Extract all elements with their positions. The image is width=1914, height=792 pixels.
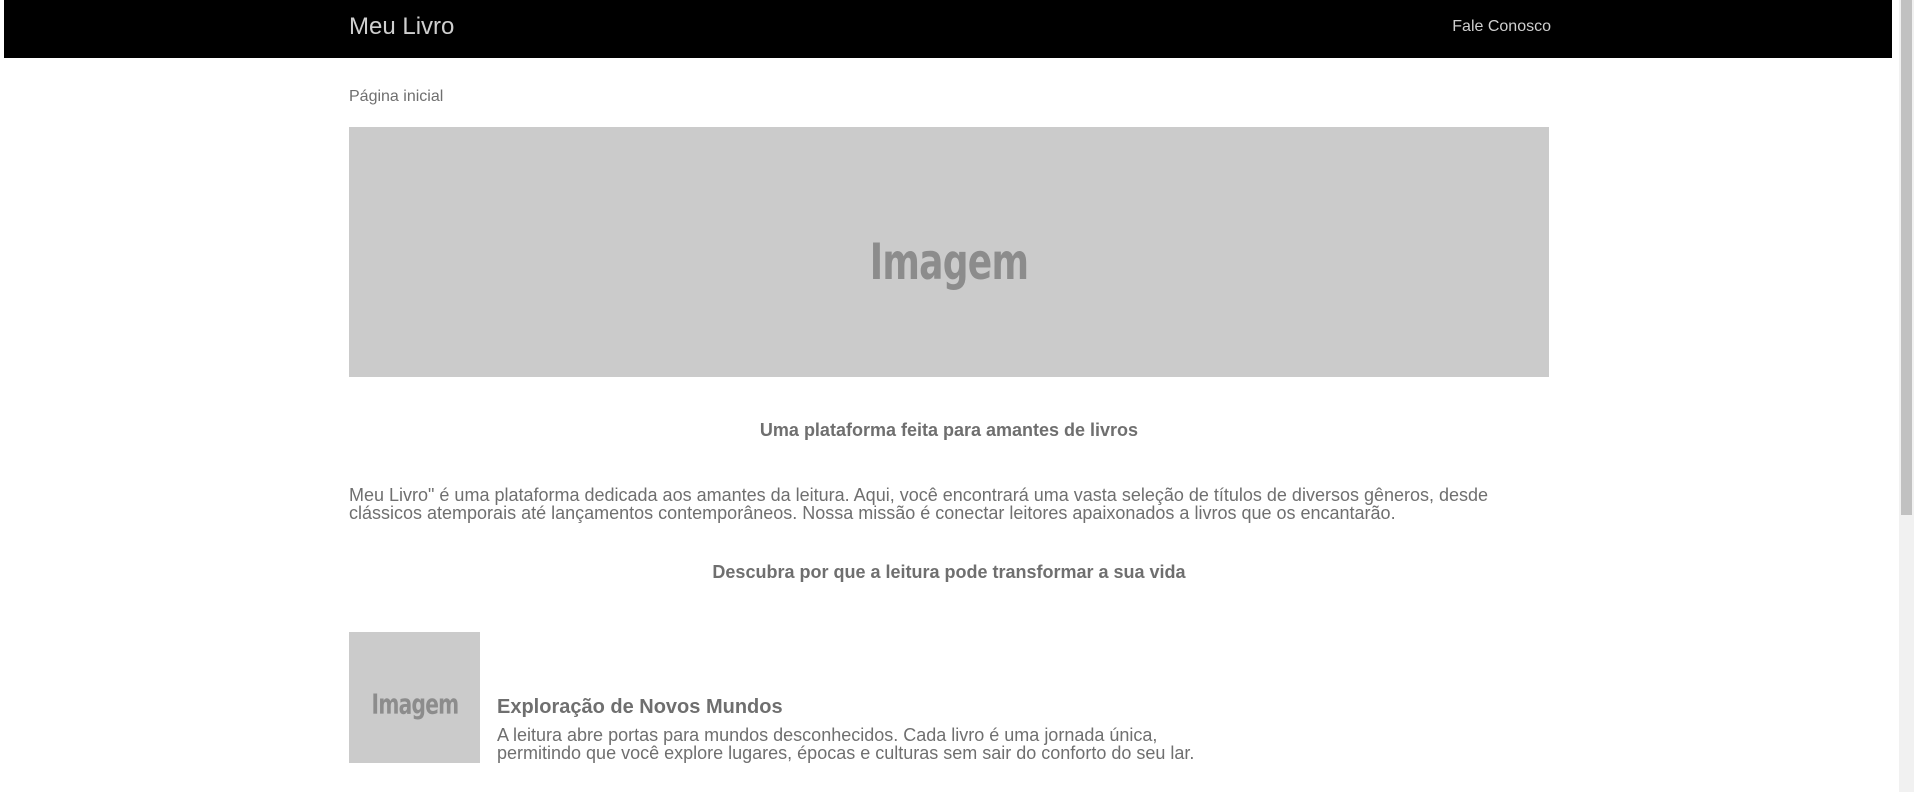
feature-image-placeholder: Imagem <box>349 632 480 763</box>
page: Meu Livro Fale Conosco Página inicial Im… <box>0 0 1914 792</box>
breadcrumb: Página inicial <box>349 88 444 105</box>
contact-link[interactable]: Fale Conosco <box>1452 18 1551 36</box>
feature-title: Exploração de Novos Mundos <box>497 696 783 718</box>
intro-paragraph: Meu Livro" é uma plataforma dedicada aos… <box>349 485 1489 523</box>
vertical-scrollbar[interactable] <box>1899 0 1914 792</box>
brand-logo-link[interactable]: Meu Livro <box>349 13 454 41</box>
navbar: Meu Livro Fale Conosco <box>4 0 1892 58</box>
feature-item: Imagem Exploração de Novos Mundos A leit… <box>349 632 1549 764</box>
feature-text: A leitura abre portas para mundos descon… <box>497 725 1195 763</box>
hero-image-placeholder: Imagem <box>349 127 1549 377</box>
feature-image-label: Imagem <box>371 687 459 721</box>
scrollbar-thumb[interactable] <box>1901 0 1912 515</box>
section-heading: Descubra por que a leitura pode transfor… <box>712 562 1186 582</box>
hero-image-label: Imagem <box>869 233 1029 291</box>
tagline-heading: Uma plataforma feita para amantes de liv… <box>759 420 1139 440</box>
